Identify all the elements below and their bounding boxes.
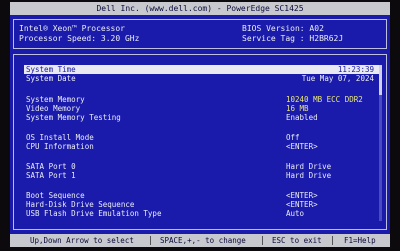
setting-row-system-date[interactable]: System Date Tue May 07, 2024 bbox=[24, 74, 380, 83]
setting-row-memory-testing[interactable]: System Memory Testing Enabled bbox=[24, 113, 380, 122]
setting-value[interactable]: Tue May 07, 2024 bbox=[302, 74, 374, 83]
setting-row-sata-port-1[interactable]: SATA Port 1 Hard Drive bbox=[24, 171, 380, 180]
setting-label: Boot Sequence bbox=[26, 191, 85, 200]
setting-label: Video Memory bbox=[26, 104, 81, 113]
service-tag: Service Tag : H2BR62J bbox=[242, 34, 344, 43]
setting-label: Hard-Disk Drive Sequence bbox=[26, 200, 135, 209]
setting-label: SATA Port 1 bbox=[26, 171, 76, 180]
setting-label: SATA Port 0 bbox=[26, 162, 76, 171]
bios-setup-screen: Dell Inc. (www.dell.com) - PowerEdge SC1… bbox=[10, 2, 390, 247]
setting-label: System Date bbox=[26, 74, 76, 83]
help-hint: F1=Help bbox=[344, 236, 376, 245]
setting-label: CPU Information bbox=[26, 142, 94, 151]
change-hint: SPACE,+,- to change bbox=[160, 236, 246, 245]
system-info-panel: Intel® Xeon™ Processor Processor Speed: … bbox=[13, 19, 387, 49]
setting-value[interactable]: Auto bbox=[286, 209, 304, 218]
scrollbar[interactable] bbox=[379, 65, 382, 221]
setting-value[interactable]: <ENTER> bbox=[286, 142, 318, 151]
setting-value[interactable]: 11:23:39 bbox=[338, 65, 374, 74]
bios-title: Dell Inc. (www.dell.com) - PowerEdge SC1… bbox=[96, 4, 304, 13]
setting-row-cpu-information[interactable]: CPU Information <ENTER> bbox=[24, 142, 380, 151]
bios-title-bar: Dell Inc. (www.dell.com) - PowerEdge SC1… bbox=[10, 2, 390, 15]
divider bbox=[332, 236, 333, 245]
setting-value[interactable]: <ENTER> bbox=[286, 191, 318, 200]
setting-value[interactable]: Off bbox=[286, 133, 300, 142]
setting-row-hdd-sequence[interactable]: Hard-Disk Drive Sequence <ENTER> bbox=[24, 200, 380, 209]
setting-value[interactable]: Hard Drive bbox=[286, 162, 331, 171]
setting-row-system-time[interactable]: System Time 11:23:39 bbox=[24, 65, 380, 74]
exit-hint: ESC to exit bbox=[272, 236, 322, 245]
settings-panel: System Time 11:23:39 System Date Tue May… bbox=[13, 54, 387, 230]
setting-value: 10240 MB ECC DDR2 bbox=[286, 95, 363, 104]
setting-value[interactable]: <ENTER> bbox=[286, 200, 318, 209]
setting-value[interactable]: Enabled bbox=[286, 113, 318, 122]
setting-label: System Time bbox=[26, 65, 76, 74]
divider bbox=[150, 236, 151, 245]
setting-row-system-memory[interactable]: System Memory 10240 MB ECC DDR2 bbox=[24, 95, 380, 104]
processor-name: Intel® Xeon™ Processor bbox=[19, 24, 125, 33]
setting-row-sata-port-0[interactable]: SATA Port 0 Hard Drive bbox=[24, 162, 380, 171]
key-help-bar: Up,Down Arrow to select SPACE,+,- to cha… bbox=[10, 234, 390, 247]
divider bbox=[262, 236, 263, 245]
nav-hint: Up,Down Arrow to select bbox=[30, 236, 134, 245]
setting-row-boot-sequence[interactable]: Boot Sequence <ENTER> bbox=[24, 191, 380, 200]
setting-label: System Memory bbox=[26, 95, 85, 104]
setting-label: System Memory Testing bbox=[26, 113, 121, 122]
processor-speed: Processor Speed: 3.20 GHz bbox=[19, 34, 140, 43]
scrollbar-thumb[interactable] bbox=[379, 65, 382, 95]
setting-label: USB Flash Drive Emulation Type bbox=[26, 209, 162, 218]
setting-row-video-memory[interactable]: Video Memory 16 MB bbox=[24, 104, 380, 113]
bios-version: BIOS Version: A02 bbox=[242, 24, 324, 33]
setting-value: 16 MB bbox=[286, 104, 309, 113]
setting-label: OS Install Mode bbox=[26, 133, 94, 142]
setting-row-os-install-mode[interactable]: OS Install Mode Off bbox=[24, 133, 380, 142]
setting-row-usb-emulation[interactable]: USB Flash Drive Emulation Type Auto bbox=[24, 209, 380, 218]
setting-value[interactable]: Hard Drive bbox=[286, 171, 331, 180]
